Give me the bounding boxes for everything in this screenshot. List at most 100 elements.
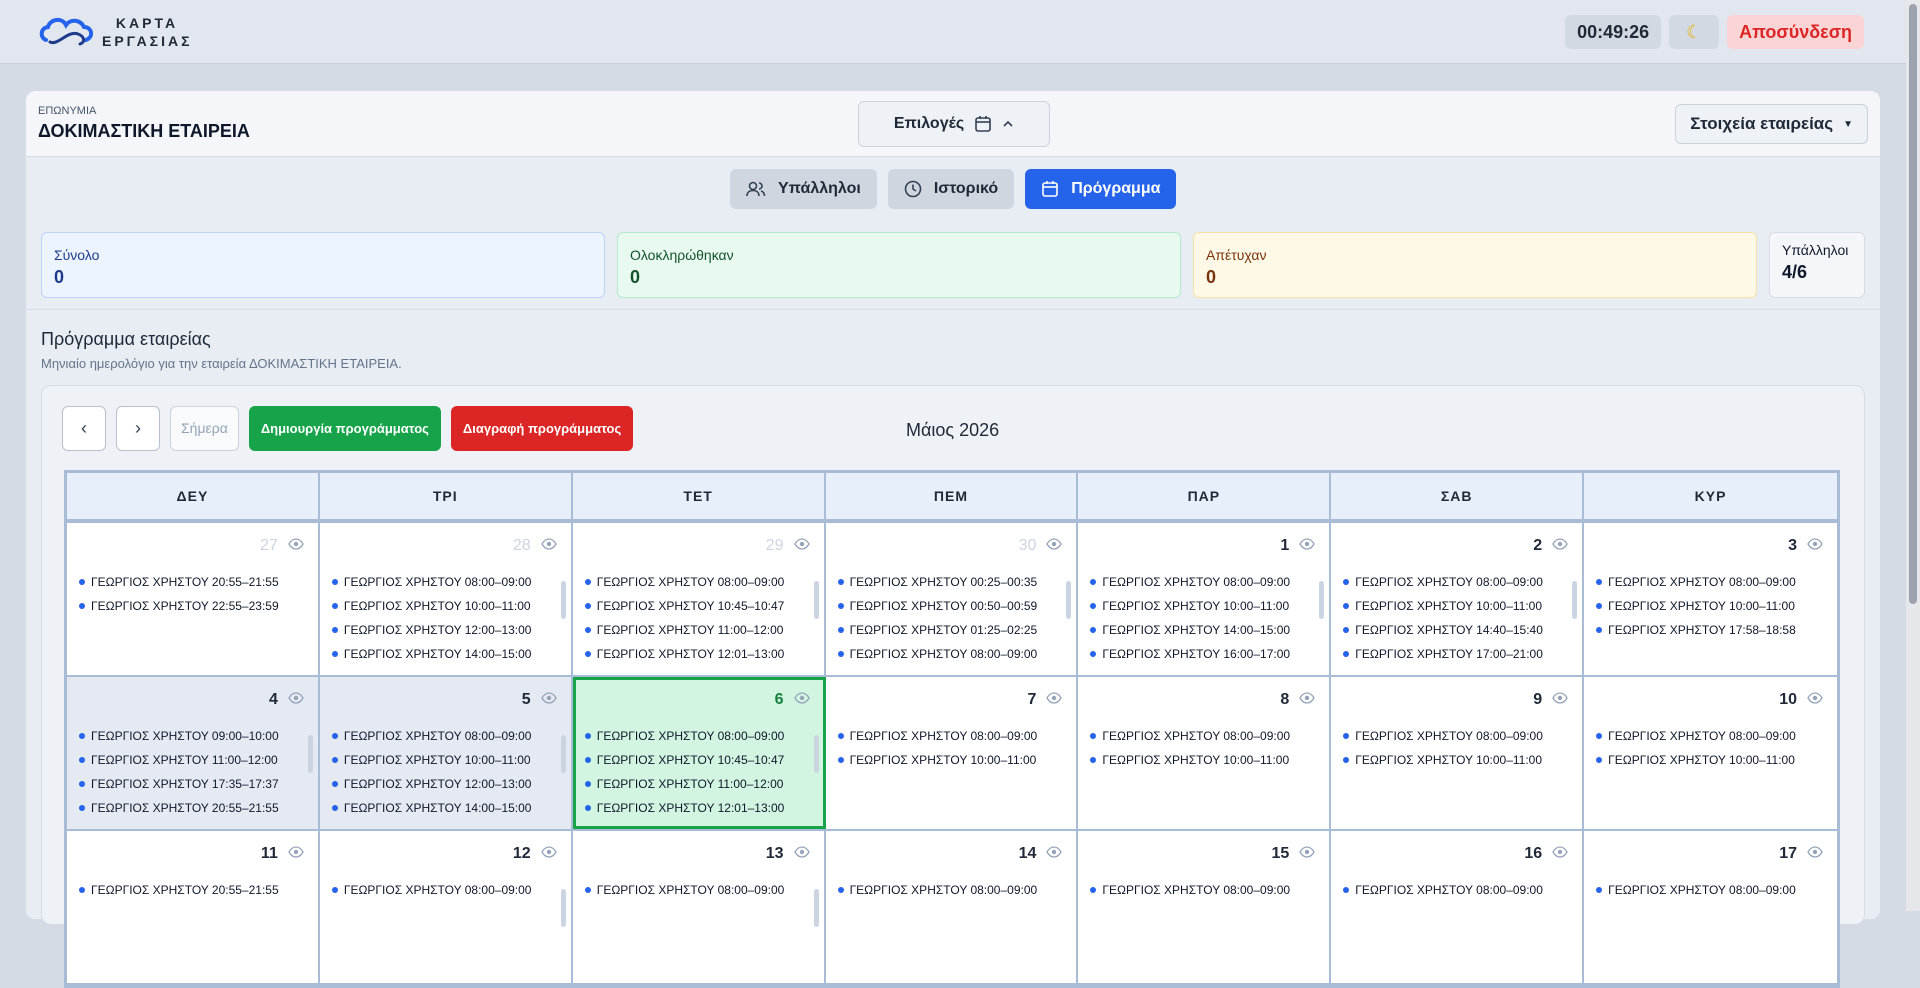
eye-icon[interactable] — [1552, 536, 1568, 552]
schedule-event[interactable]: ΓΕΩΡΓΙΟΣ ΧΡΗΣΤΟΥ 11:00–12:00 — [584, 777, 810, 801]
eye-icon[interactable] — [793, 690, 810, 706]
calendar-day[interactable]: 12 ΓΕΩΡΓΙΟΣ ΧΡΗΣΤΟΥ 08:00–09:00 — [319, 831, 573, 983]
eye-icon[interactable] — [1807, 536, 1823, 552]
today-button[interactable]: Σήμερα — [170, 406, 239, 451]
scrollbar-thumb[interactable] — [1066, 581, 1072, 619]
prev-month-button[interactable]: ‹ — [62, 406, 106, 451]
calendar-day[interactable]: 3 ΓΕΩΡΓΙΟΣ ΧΡΗΣΤΟΥ 08:00–09:00 ΓΕΩΡΓΙΟΣ ΧΡ… — [1584, 523, 1837, 675]
schedule-event[interactable]: ΓΕΩΡΓΙΟΣ ΧΡΗΣΤΟΥ 14:00–15:00 — [1090, 623, 1315, 647]
schedule-event[interactable]: ΓΕΩΡΓΙΟΣ ΧΡΗΣΤΟΥ 10:00–11:00 — [1343, 753, 1568, 777]
schedule-event[interactable]: ΓΕΩΡΓΙΟΣ ΧΡΗΣΤΟΥ 20:55–21:55 — [79, 883, 304, 907]
schedule-event[interactable]: ΓΕΩΡΓΙΟΣ ΧΡΗΣΤΟΥ 00:50–00:59 — [837, 599, 1063, 623]
schedule-event[interactable]: ΓΕΩΡΓΙΟΣ ΧΡΗΣΤΟΥ 08:00–09:00 — [584, 575, 810, 599]
schedule-event[interactable]: ΓΕΩΡΓΙΟΣ ΧΡΗΣΤΟΥ 08:00–09:00 — [837, 647, 1063, 671]
schedule-event[interactable]: ΓΕΩΡΓΙΟΣ ΧΡΗΣΤΟΥ 12:01–13:00 — [584, 801, 810, 825]
company-details-button[interactable]: Στοιχεία εταιρείας ▼ — [1675, 104, 1868, 144]
schedule-event[interactable]: ΓΕΩΡΓΙΟΣ ΧΡΗΣΤΟΥ 10:00–11:00 — [837, 753, 1063, 777]
schedule-event[interactable]: ΓΕΩΡΓΙΟΣ ΧΡΗΣΤΟΥ 20:55–21:55 — [79, 801, 304, 825]
tab-employees[interactable]: Υπάλληλοι — [730, 169, 877, 209]
eye-icon[interactable] — [1046, 844, 1063, 860]
scrollbar-thumb[interactable] — [813, 581, 819, 619]
calendar-day[interactable]: 30 ΓΕΩΡΓΙΟΣ ΧΡΗΣΤΟΥ 00:25–00:35 ΓΕΩΡΓΙΟΣ Χ… — [825, 523, 1079, 675]
calendar-day[interactable]: 16 ΓΕΩΡΓΙΟΣ ΧΡΗΣΤΟΥ 08:00–09:00 — [1331, 831, 1585, 983]
calendar-day[interactable]: 5 ΓΕΩΡΓΙΟΣ ΧΡΗΣΤΟΥ 08:00–09:00 ΓΕΩΡΓΙΟΣ ΧΡ… — [319, 677, 573, 829]
calendar-day[interactable]: 11 ΓΕΩΡΓΙΟΣ ΧΡΗΣΤΟΥ 20:55–21:55 — [67, 831, 320, 983]
day-scrollbar[interactable] — [1571, 575, 1578, 667]
schedule-event[interactable]: ΓΕΩΡΓΙΟΣ ΧΡΗΣΤΟΥ 08:00–09:00 — [1343, 729, 1568, 753]
schedule-event[interactable]: ΓΕΩΡΓΙΟΣ ΧΡΗΣΤΟΥ 08:00–09:00 — [331, 883, 557, 907]
schedule-event[interactable]: ΓΕΩΡΓΙΟΣ ΧΡΗΣΤΟΥ 08:00–09:00 — [837, 883, 1063, 907]
eye-icon[interactable] — [1807, 690, 1823, 706]
schedule-event[interactable]: ΓΕΩΡΓΙΟΣ ΧΡΗΣΤΟΥ 08:00–09:00 — [1343, 575, 1568, 599]
options-button[interactable]: Επιλογές — [858, 101, 1050, 147]
eye-icon[interactable] — [793, 536, 810, 552]
calendar-day[interactable]: 9 ΓΕΩΡΓΙΟΣ ΧΡΗΣΤΟΥ 08:00–09:00 ΓΕΩΡΓΙΟΣ ΧΡ… — [1331, 677, 1585, 829]
scrollbar-thumb[interactable] — [1572, 581, 1578, 619]
day-scrollbar[interactable] — [813, 883, 820, 975]
schedule-event[interactable]: ΓΕΩΡΓΙΟΣ ΧΡΗΣΤΟΥ 17:00–21:00 — [1343, 647, 1568, 671]
eye-icon[interactable] — [288, 844, 304, 860]
schedule-event[interactable]: ΓΕΩΡΓΙΟΣ ΧΡΗΣΤΟΥ 16:00–17:00 — [1090, 647, 1315, 671]
schedule-event[interactable]: ΓΕΩΡΓΙΟΣ ΧΡΗΣΤΟΥ 10:00–11:00 — [331, 599, 557, 623]
schedule-event[interactable]: ΓΕΩΡΓΙΟΣ ΧΡΗΣΤΟΥ 17:58–18:58 — [1596, 623, 1823, 647]
logo[interactable]: ΚΑΡΤΑ ΕΡΓΑΣΙΑΣ — [38, 12, 192, 52]
delete-schedule-button[interactable]: Διαγραφή προγράμματος — [450, 406, 634, 451]
eye-icon[interactable] — [793, 844, 810, 860]
eye-icon[interactable] — [1299, 844, 1316, 860]
schedule-event[interactable]: ΓΕΩΡΓΙΟΣ ΧΡΗΣΤΟΥ 12:01–13:00 — [584, 647, 810, 671]
scrollbar-thumb[interactable] — [560, 735, 566, 773]
eye-icon[interactable] — [540, 690, 557, 706]
calendar-day[interactable]: 13 ΓΕΩΡΓΙΟΣ ΧΡΗΣΤΟΥ 08:00–09:00 — [572, 831, 826, 983]
day-scrollbar[interactable] — [560, 575, 567, 667]
day-scrollbar[interactable] — [1065, 575, 1072, 667]
eye-icon[interactable] — [1807, 844, 1823, 860]
schedule-event[interactable]: ΓΕΩΡΓΙΟΣ ΧΡΗΣΤΟΥ 08:00–09:00 — [1090, 575, 1315, 599]
calendar-day[interactable]: 2 ΓΕΩΡΓΙΟΣ ΧΡΗΣΤΟΥ 08:00–09:00 ΓΕΩΡΓΙΟΣ ΧΡ… — [1331, 523, 1585, 675]
calendar-day-today[interactable]: 6 ΓΕΩΡΓΙΟΣ ΧΡΗΣΤΟΥ 08:00–09:00 ΓΕΩΡΓΙΟΣ ΧΡ… — [572, 677, 826, 829]
schedule-event[interactable]: ΓΕΩΡΓΙΟΣ ΧΡΗΣΤΟΥ 10:00–11:00 — [1090, 753, 1315, 777]
create-schedule-button[interactable]: Δημιουργία προγράμματος — [248, 406, 441, 451]
day-scrollbar[interactable] — [1318, 575, 1325, 667]
schedule-event[interactable]: ΓΕΩΡΓΙΟΣ ΧΡΗΣΤΟΥ 10:00–11:00 — [1343, 599, 1568, 623]
schedule-event[interactable]: ΓΕΩΡΓΙΟΣ ΧΡΗΣΤΟΥ 09:00–10:00 — [79, 729, 304, 753]
scrollbar-thumb[interactable] — [307, 735, 313, 773]
scrollbar-thumb[interactable] — [1909, 4, 1917, 604]
schedule-event[interactable]: ΓΕΩΡΓΙΟΣ ΧΡΗΣΤΟΥ 08:00–09:00 — [331, 575, 557, 599]
schedule-event[interactable]: ΓΕΩΡΓΙΟΣ ΧΡΗΣΤΟΥ 08:00–09:00 — [1343, 883, 1568, 907]
eye-icon[interactable] — [1552, 690, 1568, 706]
schedule-event[interactable]: ΓΕΩΡΓΙΟΣ ΧΡΗΣΤΟΥ 08:00–09:00 — [1090, 729, 1315, 753]
schedule-event[interactable]: ΓΕΩΡΓΙΟΣ ΧΡΗΣΤΟΥ 08:00–09:00 — [1090, 883, 1315, 907]
schedule-event[interactable]: ΓΕΩΡΓΙΟΣ ΧΡΗΣΤΟΥ 10:45–10:47 — [584, 753, 810, 777]
scrollbar-thumb[interactable] — [560, 581, 566, 619]
next-month-button[interactable]: › — [116, 406, 160, 451]
calendar-day[interactable]: 14 ΓΕΩΡΓΙΟΣ ΧΡΗΣΤΟΥ 08:00–09:00 — [825, 831, 1079, 983]
schedule-event[interactable]: ΓΕΩΡΓΙΟΣ ΧΡΗΣΤΟΥ 10:00–11:00 — [331, 753, 557, 777]
scrollbar-thumb[interactable] — [813, 735, 819, 773]
schedule-event[interactable]: ΓΕΩΡΓΙΟΣ ΧΡΗΣΤΟΥ 22:55–23:59 — [79, 599, 304, 623]
eye-icon[interactable] — [1299, 690, 1316, 706]
schedule-event[interactable]: ΓΕΩΡΓΙΟΣ ΧΡΗΣΤΟΥ 12:00–13:00 — [331, 623, 557, 647]
eye-icon[interactable] — [1299, 536, 1316, 552]
calendar-day[interactable]: 7 ΓΕΩΡΓΙΟΣ ΧΡΗΣΤΟΥ 08:00–09:00 ΓΕΩΡΓΙΟΣ ΧΡ… — [825, 677, 1079, 829]
scrollbar-thumb[interactable] — [813, 889, 819, 927]
tab-history[interactable]: Ιστορικό — [887, 169, 1015, 209]
schedule-event[interactable]: ΓΕΩΡΓΙΟΣ ΧΡΗΣΤΟΥ 08:00–09:00 — [1596, 575, 1823, 599]
schedule-event[interactable]: ΓΕΩΡΓΙΟΣ ΧΡΗΣΤΟΥ 01:25–02:25 — [837, 623, 1063, 647]
day-scrollbar[interactable] — [560, 883, 567, 975]
schedule-event[interactable]: ΓΕΩΡΓΙΟΣ ΧΡΗΣΤΟΥ 10:00–11:00 — [1596, 753, 1823, 777]
schedule-event[interactable]: ΓΕΩΡΓΙΟΣ ΧΡΗΣΤΟΥ 11:00–12:00 — [79, 753, 304, 777]
schedule-event[interactable]: ΓΕΩΡΓΙΟΣ ΧΡΗΣΤΟΥ 08:00–09:00 — [837, 729, 1063, 753]
calendar-day[interactable]: 8 ΓΕΩΡΓΙΟΣ ΧΡΗΣΤΟΥ 08:00–09:00 ΓΕΩΡΓΙΟΣ ΧΡ… — [1078, 677, 1332, 829]
scrollbar-thumb[interactable] — [1319, 581, 1325, 619]
schedule-event[interactable]: ΓΕΩΡΓΙΟΣ ΧΡΗΣΤΟΥ 10:00–11:00 — [1596, 599, 1823, 623]
schedule-event[interactable]: ΓΕΩΡΓΙΟΣ ΧΡΗΣΤΟΥ 00:25–00:35 — [837, 575, 1063, 599]
schedule-event[interactable]: ΓΕΩΡΓΙΟΣ ΧΡΗΣΤΟΥ 08:00–09:00 — [584, 883, 810, 907]
schedule-event[interactable]: ΓΕΩΡΓΙΟΣ ΧΡΗΣΤΟΥ 14:40–15:40 — [1343, 623, 1568, 647]
calendar-day[interactable]: 15 ΓΕΩΡΓΙΟΣ ΧΡΗΣΤΟΥ 08:00–09:00 — [1078, 831, 1332, 983]
eye-icon[interactable] — [540, 536, 557, 552]
day-scrollbar[interactable] — [560, 729, 567, 821]
day-scrollbar[interactable] — [813, 729, 820, 821]
eye-icon[interactable] — [1552, 844, 1568, 860]
dark-mode-toggle[interactable]: ☾ — [1669, 15, 1720, 49]
calendar-day[interactable]: 29 ΓΕΩΡΓΙΟΣ ΧΡΗΣΤΟΥ 08:00–09:00 ΓΕΩΡΓΙΟΣ Χ… — [572, 523, 826, 675]
